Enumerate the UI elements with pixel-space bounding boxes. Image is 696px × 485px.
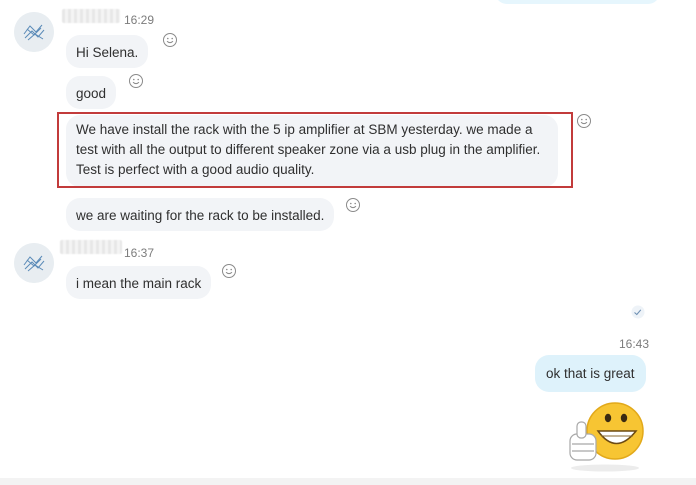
chat-conversation: 16:29 Hi Selena. good We have install th… [0, 0, 696, 485]
message-text: we are waiting for the rack to be instal… [76, 208, 325, 223]
smiley-reaction-icon[interactable] [345, 197, 361, 213]
sender-name-blurred [62, 9, 120, 23]
read-receipt-icon [631, 305, 645, 319]
message-timestamp: 16:29 [124, 13, 155, 27]
message-bubble[interactable]: i mean the main rack [66, 266, 212, 299]
message-timestamp: 16:37 [124, 246, 155, 260]
message-text: We have install the rack with the 5 ip a… [76, 122, 541, 177]
message-bubble[interactable]: Hi Selena. [66, 35, 149, 68]
outgoing-message-bubble[interactable]: ok that is great [535, 355, 646, 392]
message-timestamp: 16:43 [619, 337, 650, 351]
message-text: ok that is great [546, 366, 635, 381]
contact-avatar-icon[interactable] [14, 12, 54, 52]
smiley-reaction-icon[interactable] [128, 73, 144, 89]
smiley-reaction-icon[interactable] [221, 263, 237, 279]
message-text: good [76, 86, 107, 101]
smiley-reaction-icon[interactable] [576, 113, 592, 129]
message-bubble[interactable]: good [66, 76, 117, 109]
smiley-reaction-icon[interactable] [162, 32, 178, 48]
contact-avatar-icon[interactable] [14, 243, 54, 283]
message-composer-strip [0, 478, 696, 485]
message-text: i mean the main rack [76, 276, 202, 291]
message-bubble[interactable]: We have install the rack with the 5 ip a… [66, 115, 558, 187]
sender-name-blurred [60, 240, 122, 254]
message-text: Hi Selena. [76, 45, 139, 60]
previous-outgoing-bubble[interactable] [495, 0, 660, 4]
grinning-thumbs-up-emoji[interactable] [560, 398, 650, 472]
message-bubble[interactable]: we are waiting for the rack to be instal… [66, 198, 335, 231]
